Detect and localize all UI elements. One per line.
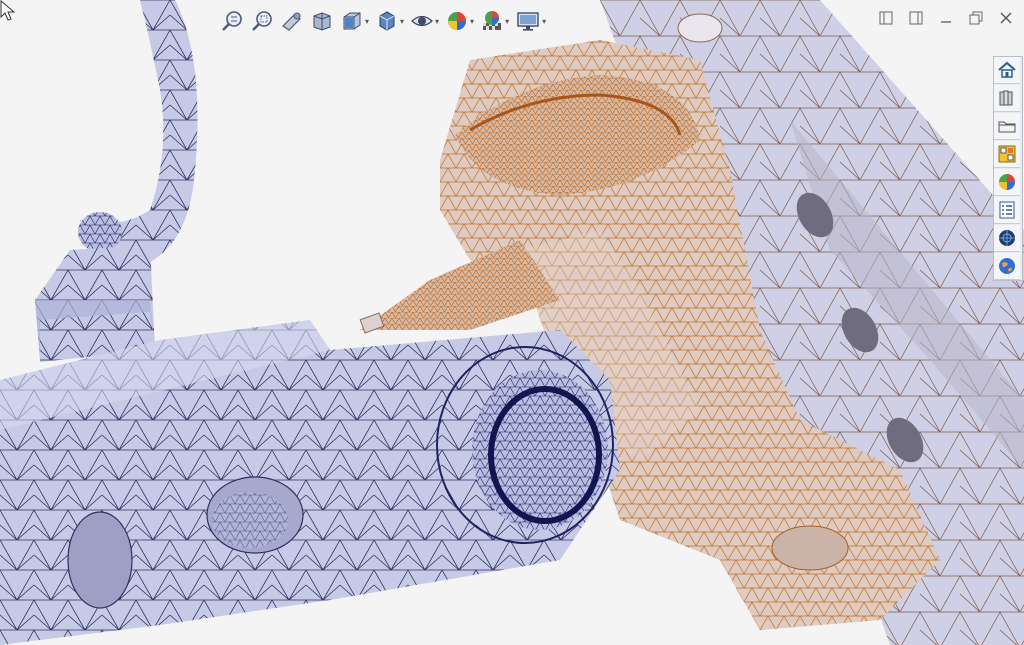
tile-right-icon [909,11,923,25]
window-controls [876,8,1016,28]
zoom-fit-icon [222,11,242,31]
restore-button[interactable] [966,8,986,28]
task-pane-tabs [993,56,1023,281]
tab-file-explorer[interactable] [994,113,1020,140]
appearance-ball-icon [999,174,1015,190]
minimize-icon [941,21,951,23]
mouse-cursor-icon [0,0,16,21]
appearance-ball-icon [448,12,467,30]
pin-boss [436,346,614,544]
chevron-down-icon: ▾ [365,16,370,26]
chevron-down-icon: ▾ [470,16,475,26]
tile-left-button[interactable] [876,8,896,28]
tab-community[interactable] [994,253,1020,280]
zoom-to-fit-button[interactable] [218,7,246,35]
tab-view-palette[interactable] [994,141,1020,168]
tile-right-button[interactable] [906,8,926,28]
tab-resources[interactable] [994,225,1020,252]
blue-hook [78,0,198,266]
tab-design-library[interactable] [994,85,1020,112]
zoom-area-icon [252,11,272,31]
tab-custom-properties[interactable] [994,197,1020,224]
globe-dark-icon [999,230,1015,246]
chevron-down-icon: ▾ [505,16,510,26]
restore-icon [969,11,983,25]
monitor-icon [517,12,539,31]
tile-left-icon [879,11,893,25]
blue-block [35,245,155,362]
properties-list-icon [999,201,1015,219]
globe-blue-icon [999,258,1015,274]
books-icon [999,90,1013,106]
close-button[interactable] [996,8,1016,28]
home-icon [998,61,1016,78]
zoom-to-area-button[interactable] [248,7,276,35]
display-style-button[interactable]: ▾ [373,7,406,35]
display-style-icon [379,11,395,31]
chevron-down-icon: ▾ [542,16,547,26]
minimize-button[interactable] [936,8,956,28]
scene-icon [483,11,502,30]
tab-home[interactable] [994,57,1020,84]
graphics-area[interactable] [0,0,1024,645]
chevron-down-icon: ▾ [435,16,440,26]
eye-icon [411,15,434,27]
edit-appearance-button[interactable]: ▾ [443,7,476,35]
hide-show-items-button[interactable]: ▾ [408,7,441,35]
section-view-button[interactable] [308,7,336,35]
close-icon [1000,12,1012,24]
view-palette-icon [998,145,1016,163]
mesh-model-view [0,0,1024,645]
apply-scene-button[interactable]: ▾ [478,7,511,35]
tab-appearances[interactable] [994,169,1020,196]
view-settings-button[interactable]: ▾ [513,7,548,35]
folder-icon [998,121,1016,133]
previous-view-icon [282,12,301,31]
view-orientation-button[interactable]: ▾ [338,7,371,35]
heads-up-view-toolbar: ▾ ▾ ▾ ▾ ▾ ▾ [218,6,548,36]
previous-view-button[interactable] [278,7,306,35]
view-orientation-icon [343,12,361,30]
chevron-down-icon: ▾ [400,16,405,26]
section-view-icon [313,12,331,31]
